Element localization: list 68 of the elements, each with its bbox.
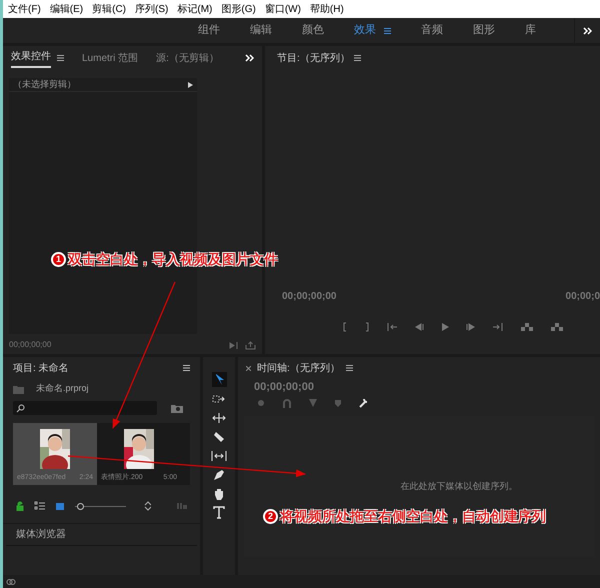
close-icon[interactable]: [246, 366, 251, 370]
panel-title: 项目: 未命名: [13, 362, 69, 376]
go-to-in-icon[interactable]: [386, 322, 398, 332]
icon-view-icon[interactable]: [55, 502, 66, 510]
menu-item[interactable]: 图形(G): [221, 2, 256, 16]
more-icon[interactable]: [583, 26, 592, 34]
menu-item[interactable]: 编辑(E): [50, 2, 84, 16]
menu-item[interactable]: 序列(S): [135, 2, 168, 16]
pen-tool-icon[interactable]: [212, 468, 226, 482]
expand-icon[interactable]: [188, 82, 193, 88]
find-folder-icon[interactable]: [171, 404, 183, 412]
menu-item[interactable]: 标记(M): [177, 2, 212, 16]
workspace-tab[interactable]: 库: [525, 22, 536, 39]
search-icon: [16, 404, 25, 412]
lock-icon[interactable]: [16, 501, 24, 511]
slip-tool-icon[interactable]: [211, 449, 227, 463]
ripple-edit-icon[interactable]: [212, 411, 226, 425]
menu-icon[interactable]: [183, 365, 190, 371]
link-icon[interactable]: [6, 578, 16, 586]
annotation-text: 将视频所处拖至右侧空白处，自动创建序列: [280, 507, 546, 526]
panel-tab[interactable]: Lumetri 范围: [82, 50, 138, 66]
panel-title: 时间轴:（无序列）: [257, 362, 340, 376]
workspace-tab[interactable]: 效果: [354, 22, 376, 39]
search-field[interactable]: [13, 401, 157, 415]
timecode: 00;00;0: [566, 290, 600, 304]
type-tool-icon[interactable]: [213, 506, 225, 519]
menu-item[interactable]: 剪辑(C): [92, 2, 126, 16]
menu-item[interactable]: 文件(F): [8, 2, 41, 16]
menu-item[interactable]: 帮助(H): [310, 2, 344, 16]
list-view-icon[interactable]: [34, 501, 46, 511]
menu-icon[interactable]: [57, 55, 64, 61]
workspace-tab[interactable]: 组件: [198, 22, 220, 39]
menu-icon[interactable]: [346, 365, 353, 371]
step-back-icon[interactable]: [414, 322, 424, 332]
sort-icon[interactable]: [144, 501, 152, 511]
project-file-name: 未命名.prproj: [36, 382, 89, 396]
mark-in-icon[interactable]: [342, 322, 348, 332]
panel-tab[interactable]: 效果控件: [11, 48, 51, 68]
mark-out-icon[interactable]: [364, 322, 370, 332]
export-frame-icon[interactable]: [245, 340, 256, 350]
play-icon[interactable]: [440, 322, 450, 332]
marker-icon[interactable]: [334, 398, 342, 408]
workspace-tab[interactable]: 颜色: [302, 22, 324, 39]
annotation-text: 双击空白处，导入视频及图片文件: [68, 250, 278, 269]
wrench-icon[interactable]: [358, 397, 369, 408]
timecode: 00;00;00;00: [282, 290, 336, 304]
slider-thumb[interactable]: [77, 502, 84, 510]
overwrite-icon[interactable]: [550, 322, 564, 332]
workspace-tab[interactable]: 编辑: [250, 22, 272, 39]
workspace-tab[interactable]: 音频: [421, 22, 443, 39]
tab[interactable]: 媒体浏览器: [16, 527, 66, 542]
go-to-out-icon[interactable]: [492, 322, 504, 332]
folder-icon: [13, 384, 24, 394]
timecode: 00;00;00;00: [253, 380, 315, 395]
selection-tool-icon[interactable]: [212, 372, 226, 387]
menu-icon[interactable]: [384, 28, 391, 34]
drop-hint: 在此处放下媒体以创建序列。: [400, 480, 518, 492]
razor-tool-icon[interactable]: [212, 430, 226, 444]
clip-label: （未选择剪辑）: [13, 78, 76, 91]
panel-title: 节目:（无序列）: [277, 52, 350, 66]
step-forward-icon[interactable]: [466, 322, 476, 332]
panel-tab[interactable]: 源:（无剪辑）: [156, 50, 219, 66]
menu-icon[interactable]: [354, 55, 361, 61]
more-icon[interactable]: [245, 54, 254, 62]
workspace-tab[interactable]: 图形: [473, 22, 495, 39]
timecode: 00;00;00;00: [9, 339, 52, 351]
insert-icon[interactable]: [520, 322, 534, 332]
menu-item[interactable]: 窗口(W): [264, 2, 301, 16]
